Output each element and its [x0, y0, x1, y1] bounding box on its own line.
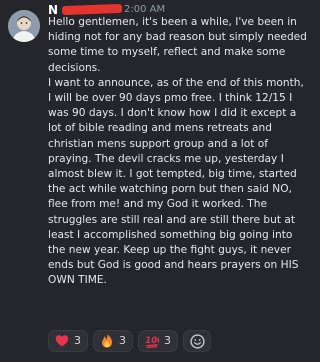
avatar-image	[8, 10, 40, 42]
avatar[interactable]	[8, 10, 40, 42]
message: N 2:00 AM Hello gentlemen, it's been a w…	[0, 0, 314, 362]
add-reaction-button[interactable]	[183, 330, 211, 352]
message-content: Hello gentlemen, it's been a while, I've…	[48, 15, 310, 289]
message-paragraph: Hello gentlemen, it's been a while, I've…	[48, 16, 307, 74]
reaction-hundred[interactable]: 100 3	[138, 330, 178, 352]
reaction-heart[interactable]: 3	[48, 330, 88, 352]
message-paragraph: I want to announce, as of the end of thi…	[48, 76, 304, 287]
fire-emoji-icon	[102, 334, 112, 348]
heart-emoji-icon	[55, 335, 69, 347]
hundred-points-emoji-icon: 100	[145, 336, 159, 348]
reactions-bar: 3 3 100 3	[48, 330, 211, 352]
reaction-count: 3	[74, 334, 81, 347]
reaction-count: 3	[119, 334, 126, 347]
add-reaction-smiley-icon	[189, 333, 205, 349]
reaction-count: 3	[164, 334, 171, 347]
redaction-mark	[61, 3, 123, 16]
reaction-fire[interactable]: 3	[93, 330, 133, 352]
